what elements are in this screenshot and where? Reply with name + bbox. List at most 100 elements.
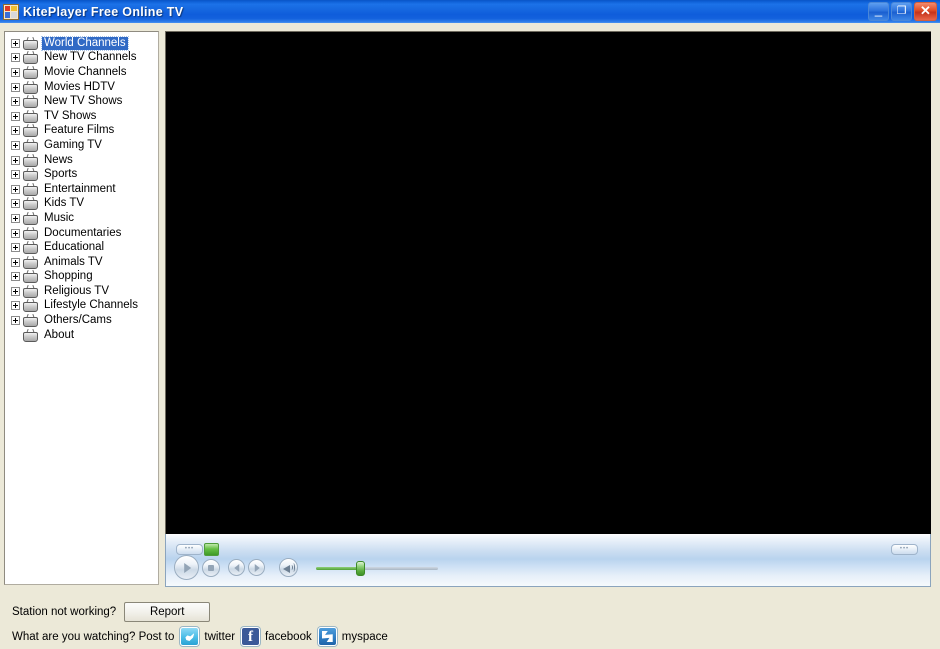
expand-icon[interactable] [11, 111, 20, 121]
expand-icon[interactable] [11, 97, 20, 107]
tree-item-label: New TV Channels [44, 51, 137, 64]
restore-button[interactable]: ❐ [891, 2, 912, 21]
tv-icon [23, 124, 38, 138]
channel-tree-list: World Channels New TV Channels Movie Chann… [5, 32, 158, 342]
facebook-label: facebook [265, 630, 312, 643]
tv-icon [23, 153, 38, 167]
share-myspace-button[interactable]: myspace [317, 627, 388, 646]
expand-icon[interactable] [11, 67, 20, 77]
tv-icon [23, 182, 38, 196]
tv-icon [23, 80, 38, 94]
tree-item-label: Movie Channels [44, 65, 127, 78]
expand-icon[interactable] [11, 228, 20, 238]
expand-icon[interactable] [11, 301, 20, 311]
close-button[interactable]: ✕ [914, 2, 937, 21]
tree-item[interactable]: Lifestyle Channels [11, 299, 158, 314]
tv-icon [23, 211, 38, 225]
tree-item[interactable]: Documentaries [11, 226, 158, 241]
expand-icon[interactable] [11, 155, 20, 165]
kiteplayer-icon [3, 3, 19, 20]
mute-button[interactable] [279, 558, 298, 577]
tv-icon [23, 270, 38, 284]
expand-icon[interactable] [11, 184, 20, 194]
tree-item[interactable]: News [11, 153, 158, 168]
tree-item[interactable]: Others/Cams [11, 313, 158, 328]
expand-icon[interactable] [11, 272, 20, 282]
tv-icon [23, 51, 38, 65]
tree-item-label: New TV Shows [44, 95, 123, 108]
previous-button[interactable] [228, 559, 245, 576]
tree-item-label: Sports [44, 168, 78, 181]
tv-icon [23, 255, 38, 269]
tree-item[interactable]: Shopping [11, 270, 158, 285]
expand-icon[interactable] [11, 38, 20, 48]
speaker-icon [283, 565, 290, 573]
play-button[interactable] [174, 555, 199, 580]
video-display[interactable] [165, 31, 931, 534]
player-control-bar: ••• ••• [165, 534, 931, 587]
tree-item-label: Music [44, 211, 75, 224]
expand-icon[interactable] [11, 243, 20, 253]
volume-slider[interactable] [316, 559, 438, 577]
speaker-wave-large-icon [292, 563, 295, 572]
report-button[interactable]: Report [124, 602, 211, 622]
tree-item-label: Gaming TV [44, 138, 102, 151]
expand-icon[interactable] [11, 286, 20, 296]
volume-thumb[interactable] [356, 560, 365, 576]
expand-icon[interactable] [11, 257, 20, 267]
stop-button[interactable] [202, 558, 220, 577]
tv-icon [23, 241, 38, 255]
tv-icon [23, 95, 38, 109]
play-icon [183, 562, 191, 573]
expand-icon[interactable] [11, 53, 20, 63]
tree-item[interactable]: Movie Channels [11, 65, 158, 80]
station-question-label: Station not working? [12, 606, 117, 618]
tv-icon [23, 226, 38, 240]
expand-icon[interactable] [11, 126, 20, 136]
volume-track-filled [316, 566, 358, 570]
previous-icon [233, 563, 239, 572]
expand-icon[interactable] [11, 82, 20, 92]
tree-item-label: Religious TV [44, 284, 109, 297]
tree-item[interactable]: Animals TV [11, 255, 158, 270]
tv-icon [23, 284, 38, 298]
expand-icon[interactable] [11, 213, 20, 223]
tv-icon [23, 299, 38, 313]
tree-item[interactable]: Sports [11, 167, 158, 182]
share-facebook-button[interactable]: facebook [241, 627, 312, 646]
expand-icon[interactable] [11, 199, 20, 209]
tree-item[interactable]: Educational [11, 240, 158, 255]
twitter-icon [180, 627, 200, 646]
tree-item[interactable]: Gaming TV [11, 138, 158, 153]
tv-icon [23, 36, 38, 50]
expand-icon[interactable] [11, 170, 20, 180]
tree-item[interactable]: Movies HDTV [11, 80, 158, 95]
tree-item[interactable]: New TV Shows [11, 94, 158, 109]
next-button[interactable] [248, 559, 265, 576]
tree-item[interactable]: Religious TV [11, 284, 158, 299]
tree-item-label: Educational [44, 241, 105, 254]
tree-item-label: World Channels [41, 35, 129, 51]
report-row: Station not working? Report [12, 602, 211, 622]
expand-icon[interactable] [11, 316, 20, 326]
seek-handle-right[interactable]: ••• [891, 544, 918, 555]
tree-item[interactable]: Feature Films [11, 124, 158, 139]
twitter-label: twitter [204, 630, 236, 643]
tree-item[interactable]: TV Shows [11, 109, 158, 124]
tree-item[interactable]: About [11, 328, 158, 343]
footer-bar: Station not working? Report Kiteplayer 1… [0, 592, 940, 649]
tree-item-label: About [44, 328, 75, 341]
channel-tree-panel[interactable]: World Channels New TV Channels Movie Chann… [4, 31, 159, 585]
share-twitter-button[interactable]: twitter [180, 627, 235, 646]
seek-handle-left[interactable]: ••• [176, 544, 203, 555]
tree-item[interactable]: Music [11, 211, 158, 226]
tree-item-label: Kids TV [44, 197, 85, 210]
tree-item[interactable]: Entertainment [11, 182, 158, 197]
tree-item[interactable]: World Channels [11, 35, 158, 51]
minimize-button[interactable]: _ [868, 2, 889, 21]
tv-icon [23, 168, 38, 182]
expand-icon[interactable] [11, 140, 20, 150]
tree-item[interactable]: New TV Channels [11, 51, 158, 66]
tree-item[interactable]: Kids TV [11, 197, 158, 212]
